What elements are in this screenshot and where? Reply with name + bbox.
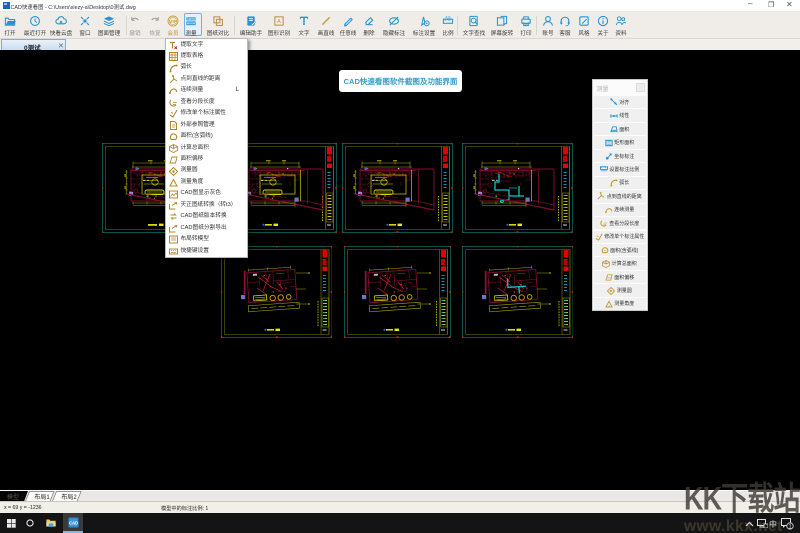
svg-text:CAD: CAD: [68, 520, 77, 525]
svg-text:A: A: [277, 19, 281, 25]
svg-text:布局2: 布局2: [61, 493, 77, 501]
svg-text:A:B: A:B: [445, 15, 450, 19]
svg-text:模型: 模型: [7, 493, 19, 501]
svg-text:布局1: 布局1: [34, 493, 50, 501]
